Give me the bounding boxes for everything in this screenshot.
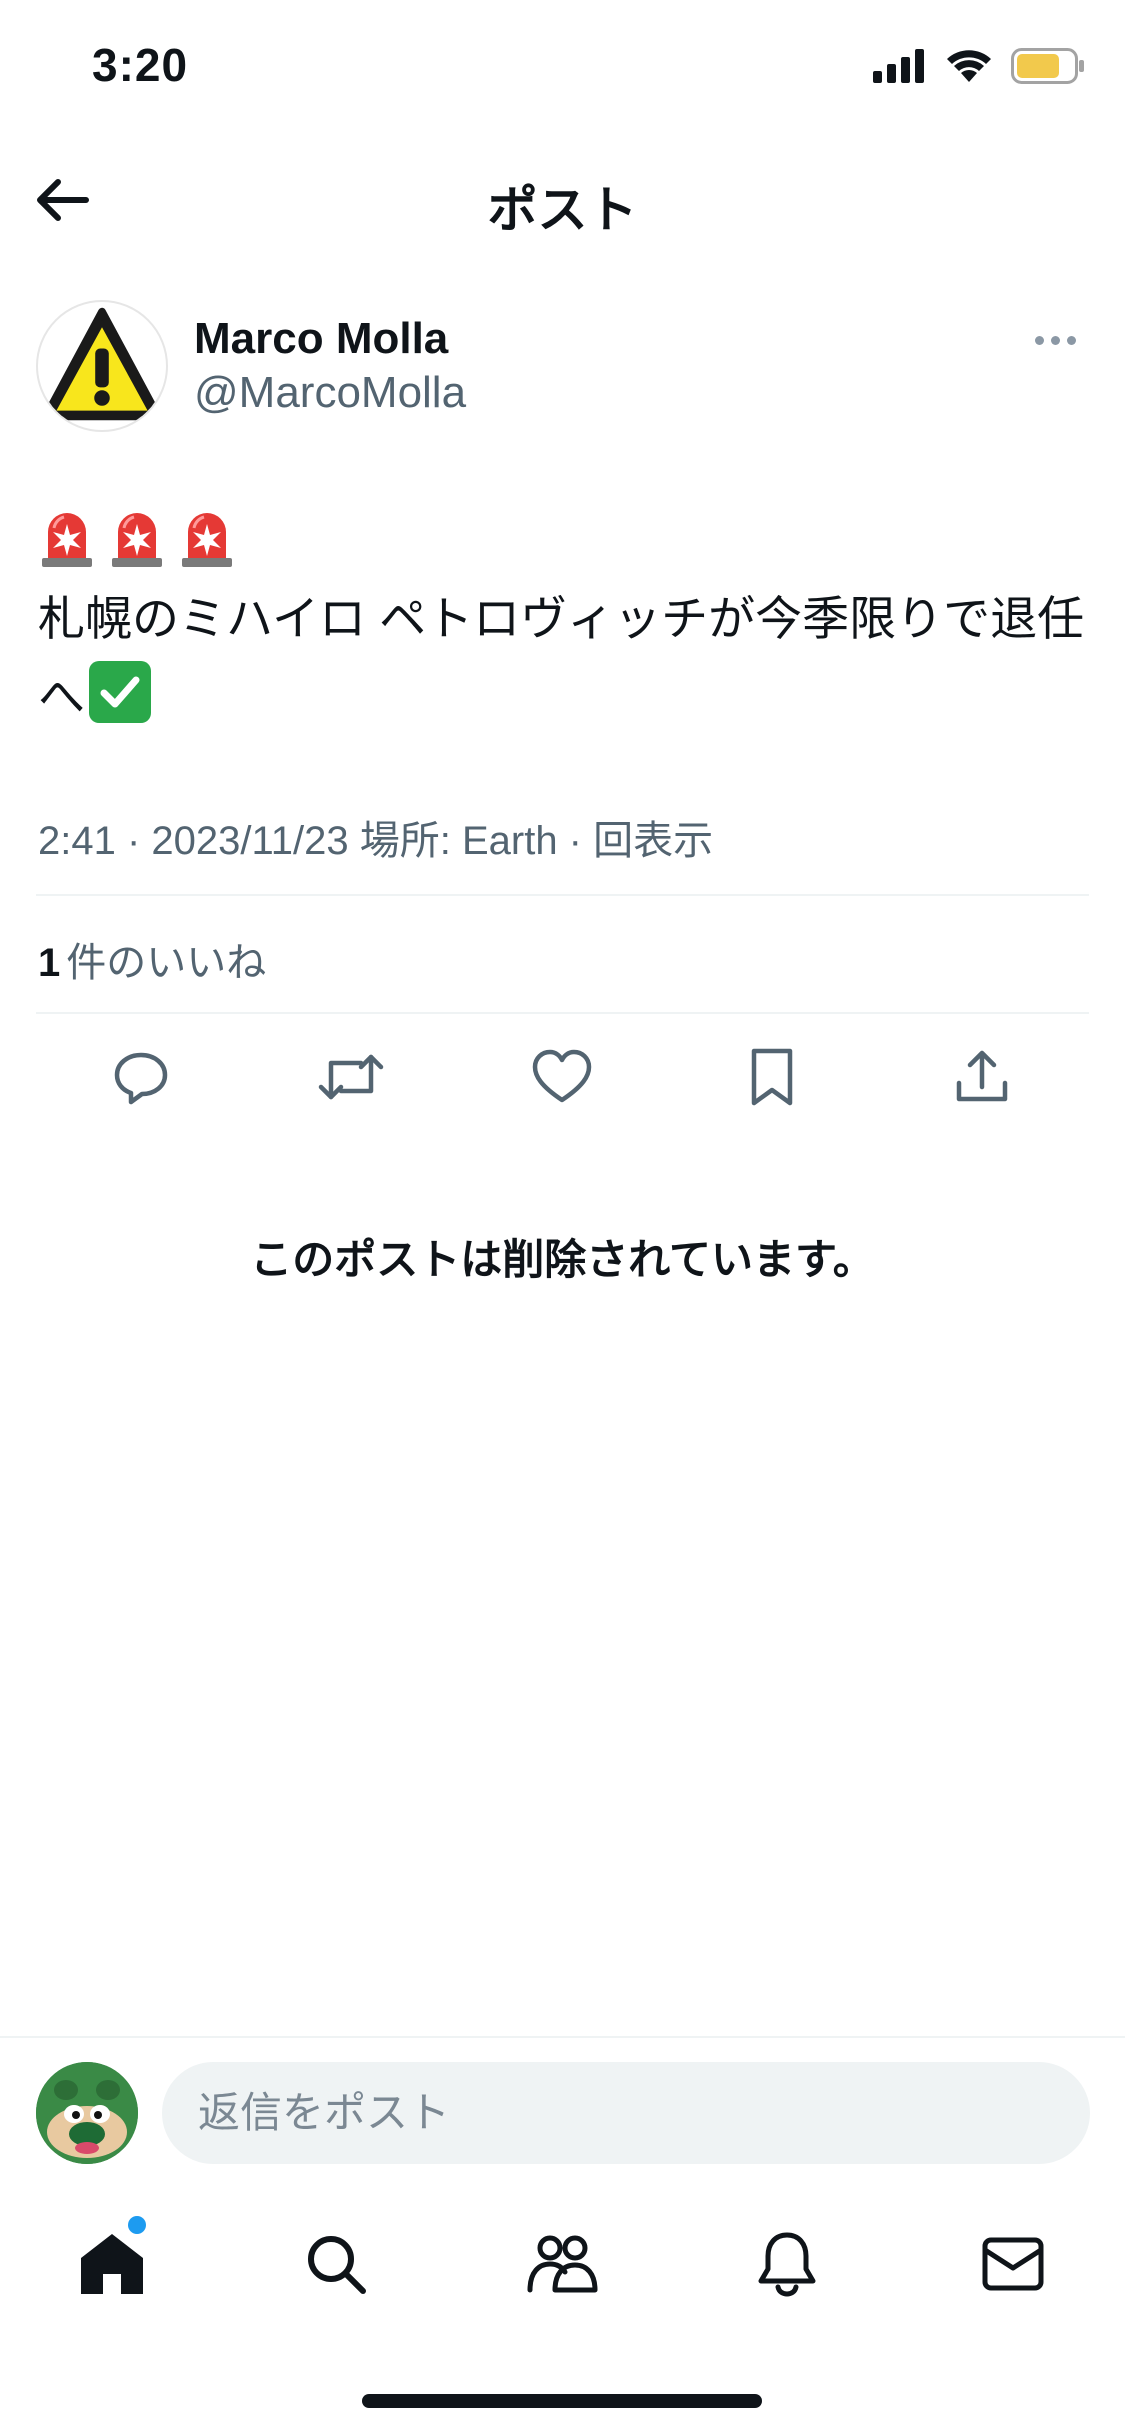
status-time: 3:20 [92,39,189,91]
page-title: ポスト [487,182,638,238]
siren-icon [42,513,92,567]
share-icon [956,1050,1008,1102]
tab-communities[interactable] [524,2226,600,2302]
action-bar [0,1042,1125,1112]
status-icons [873,48,1085,84]
communities-icon [527,2235,598,2293]
more-dot [1034,335,1044,345]
author-avatar[interactable] [36,300,168,432]
battery-icon [1011,48,1084,84]
reply-input[interactable] [162,2062,1090,2164]
warning-icon [41,307,163,421]
share-button[interactable] [947,1042,1017,1112]
home-icon [81,2234,143,2294]
notifications-icon [758,2232,816,2297]
divider [36,894,1089,896]
like-button[interactable] [527,1042,597,1112]
reply-bar-divider [0,2036,1125,2038]
reply-button[interactable] [106,1042,176,1112]
more-dot [1050,335,1060,345]
cellular-signal-icon [873,49,924,83]
mascot-avatar-icon [36,2062,138,2164]
likes-number: 1 [38,941,61,985]
user-avatar[interactable] [36,2062,138,2164]
post-meta: 2:41 · 2023/11/23 場所: Earth · 回表示 [38,819,714,863]
author-handle[interactable]: @MarcoMolla [194,368,466,418]
search-icon [308,2236,366,2294]
tab-search[interactable] [298,2226,374,2302]
post-text: 札幌のミハイロ ペトロヴィッチが今季限りで退任へ [38,580,1088,736]
reply-icon [114,1052,168,1105]
like-icon [532,1049,592,1103]
siren-icon [182,513,232,567]
likes-count[interactable]: 1 件のいいね [38,930,266,988]
tab-home[interactable] [74,2226,150,2302]
more-dot [1066,335,1076,345]
deleted-notice: このポストは削除されています。 [250,1236,875,1283]
divider [36,1012,1089,1014]
check-mark-icon [89,661,151,723]
author-name[interactable]: Marco Molla [194,314,448,364]
messages-icon [982,2237,1044,2291]
repost-icon [318,1054,384,1100]
more-options-button[interactable] [1025,320,1085,360]
likes-label: 件のいいね [66,941,267,985]
tab-messages[interactable] [975,2226,1051,2302]
tab-notifications[interactable] [749,2226,825,2302]
siren-icon [112,513,162,567]
post-text-body: 札幌のミハイロ ペトロヴィッチが今季限りで退任へ [38,592,1085,723]
bookmark-button[interactable] [737,1042,807,1112]
bookmark-icon [751,1048,793,1106]
home-indicator[interactable] [362,2394,762,2408]
home-unread-dot [128,2216,146,2234]
siren-emoji-row [40,508,234,568]
repost-button[interactable] [316,1042,386,1112]
wifi-icon [947,50,991,82]
